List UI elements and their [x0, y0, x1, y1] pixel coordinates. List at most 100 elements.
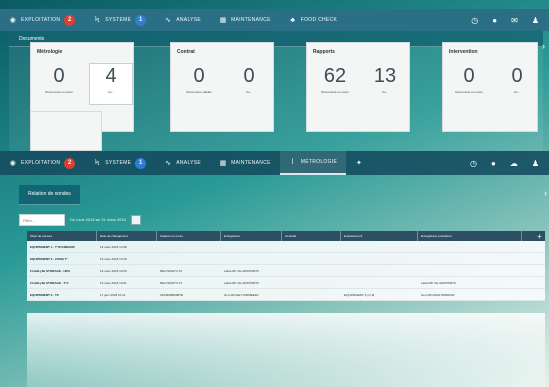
- cell: EQUIPEMENT 3 - TC: [30, 292, 60, 297]
- cell: 17 janv 2018 10:11: [100, 292, 126, 297]
- col-header[interactable]: Emplacement: [341, 231, 418, 241]
- nav-extra[interactable]: ✦: [346, 151, 372, 175]
- stat-value: 0: [193, 65, 205, 87]
- user-icon[interactable]: ●: [492, 16, 497, 25]
- cell: 91544RB8008TE: [160, 292, 184, 297]
- card-title: Rapports: [313, 49, 335, 55]
- chart-line-icon: ∿: [165, 159, 172, 167]
- cell: 19 mars 2018 10:01: [100, 280, 127, 285]
- stat-label: Au...: [513, 90, 521, 94]
- add-column-icon[interactable]: +: [531, 231, 545, 241]
- stat-value: 0: [243, 65, 255, 87]
- stat-label: Documents validés: [186, 90, 212, 94]
- stat-value: 4: [105, 65, 117, 87]
- stat-value: 0: [511, 65, 523, 87]
- card-contrat[interactable]: Contrat 0 Documents validés 0 Au...: [170, 42, 274, 132]
- nav-maintenance-label: MAINTENANCE: [231, 160, 271, 166]
- table-row[interactable]: EQUIPEMENT 1 - T°STANDARD 19 mars 2018 1…: [27, 241, 545, 253]
- sondes-panel-header: Relation de sondes: [19, 184, 80, 205]
- card-title: Contrat: [177, 49, 195, 55]
- cloud-icon[interactable]: ☁: [510, 159, 518, 168]
- user-alt-icon[interactable]: ♟: [532, 16, 539, 25]
- top-navbar: ◉ EXPLOITATION 2 ϟ SYSTEME 1 ∿ ANALYSE ▦…: [0, 9, 549, 31]
- stat-left: 0 Documents en cours: [447, 65, 491, 94]
- cell: EQUIPEMENT 4 (1) ⚙: [344, 292, 375, 297]
- filter-row: Filtre... Du mois 2018 au 31 mars 2018: [19, 213, 549, 226]
- nav-exploitation-label: EXPLOITATION: [21, 160, 61, 166]
- stat-label: Au...: [381, 90, 389, 94]
- stat-right: 4 Au...: [89, 65, 133, 94]
- card-extra[interactable]: [30, 111, 102, 151]
- table-row[interactable]: EQUIPEMENT 2 - CONG T° 19 mars 2018 13:2…: [27, 253, 545, 265]
- cell: EQUIPEMENT 2 - CONG T°: [30, 256, 68, 261]
- nav-analyse-label: ANALYSE: [176, 17, 202, 23]
- nav-metrologie[interactable]: ǀ MÉTROLOGIE: [279, 151, 347, 175]
- stat-label: Documents en cours: [321, 90, 349, 94]
- sondes-panel: Relation de sondes Filtre... Du mois 201…: [19, 182, 549, 387]
- clock-icon[interactable]: ◷: [470, 159, 477, 168]
- user-icon[interactable]: ●: [491, 159, 496, 168]
- top-right-icons: ◷ ● ✉ ♟: [471, 16, 549, 25]
- diamond-icon: ✦: [356, 159, 363, 167]
- nav-analyse[interactable]: ∿ ANALYSE: [155, 9, 210, 31]
- systeme-badge: 1: [135, 14, 147, 26]
- second-navbar: ◉ EXPLOITATION 2 ϟ SYSTEME 1 ∿ ANALYSE ▦…: [0, 151, 549, 175]
- nav-exploitation[interactable]: ◉ EXPLOITATION 2: [0, 151, 84, 175]
- stat-value: 0: [463, 65, 475, 87]
- table-empty-area: [27, 313, 545, 387]
- stat-left: 0 Documents en cours: [37, 65, 81, 94]
- stat-label: Documents en cours: [455, 90, 483, 94]
- user-alt-icon[interactable]: ♟: [532, 159, 539, 168]
- nav-maintenance[interactable]: ▦ MAINTENANCE: [210, 9, 280, 31]
- nav-maintenance[interactable]: ▦ MAINTENANCE: [210, 151, 280, 175]
- grid-icon: ▦: [219, 159, 227, 167]
- col-header[interactable]: Enregistreur précédent: [418, 231, 522, 241]
- grid-icon: ▦: [219, 16, 227, 24]
- search-input[interactable]: Filtre...: [19, 213, 65, 226]
- nav-food-check[interactable]: ♣ FOOD CHECK: [280, 9, 346, 31]
- cell: 19 mars 2018 13:29: [100, 256, 127, 261]
- thermometer-icon: ǀ: [291, 158, 294, 166]
- col-header[interactable]: Capteur en cours: [157, 231, 221, 241]
- col-header[interactable]: Objet de mesure: [27, 231, 97, 241]
- card-rapports[interactable]: Rapports 62 Documents en cours 13 Au...: [306, 42, 410, 132]
- table-row[interactable]: Froid/Lyfle STORAGE - T°C 19 mars 2018 1…: [27, 277, 545, 289]
- nav-analyse[interactable]: ∿ ANALYSE: [155, 151, 210, 175]
- documents-panel-title: Documents: [19, 35, 45, 42]
- card-intervention[interactable]: Intervention 0 Documents en cours 0 Au..…: [442, 42, 538, 132]
- nav-systeme-label: SYSTEME: [105, 17, 132, 23]
- cell: 19 mars 2018 10:20: [100, 268, 127, 273]
- col-header[interactable]: Centrale: [282, 231, 341, 241]
- nav-systeme[interactable]: ϟ SYSTEME 1: [84, 9, 155, 31]
- clock-icon[interactable]: ◷: [471, 16, 478, 25]
- nav-systeme[interactable]: ϟ SYSTEME 1: [84, 151, 155, 175]
- nav-exploitation[interactable]: ◉ EXPLOITATION 2: [0, 9, 84, 31]
- eye-icon: ◉: [9, 16, 17, 24]
- filter-toggle-checkbox[interactable]: [130, 214, 141, 225]
- stat-right: 13 Au...: [363, 65, 407, 94]
- systeme-badge: 1: [135, 157, 147, 169]
- col-header[interactable]: Date de changement: [97, 231, 157, 241]
- cell: Froid/Lyfle STORAGE - T°C: [30, 280, 69, 285]
- exploitation-badge: 2: [64, 14, 76, 26]
- sondes-table: Objet de mesure Date de changement Capte…: [27, 231, 545, 301]
- cell: EQUIPEMENT 1 - T°STANDARD: [30, 244, 75, 249]
- exploitation-badge: 2: [64, 157, 76, 169]
- card-title: Intervention: [449, 49, 478, 55]
- stat-label: Au...: [245, 90, 253, 94]
- table-header: Objet de mesure Date de changement Capte…: [27, 231, 545, 241]
- second-right-icons: ◷ ● ☁ ♟: [470, 159, 549, 168]
- stat-value: 13: [373, 65, 397, 87]
- stat-value: 62: [323, 65, 347, 87]
- stat-right: 0 Au...: [227, 65, 271, 94]
- nav-metrologie-label: MÉTROLOGIE: [300, 159, 338, 165]
- stat-label: Documents en cours: [45, 90, 73, 94]
- table-row[interactable]: Froid/Lyfle STORAGE - HPH 19 mars 2018 1…: [27, 265, 545, 277]
- mail-icon[interactable]: ✉: [511, 16, 518, 25]
- close-icon[interactable]: ›: [544, 188, 547, 198]
- table-row[interactable]: EQUIPEMENT 3 - TC 17 janv 2018 10:11 915…: [27, 289, 545, 301]
- nav-exploitation-label: EXPLOITATION: [21, 17, 61, 23]
- cell: 19 mars 2018 14:38: [100, 244, 127, 249]
- date-filter-text[interactable]: Du mois 2018 au 31 mars 2018: [70, 217, 126, 222]
- col-header[interactable]: Enregistreur: [221, 231, 282, 241]
